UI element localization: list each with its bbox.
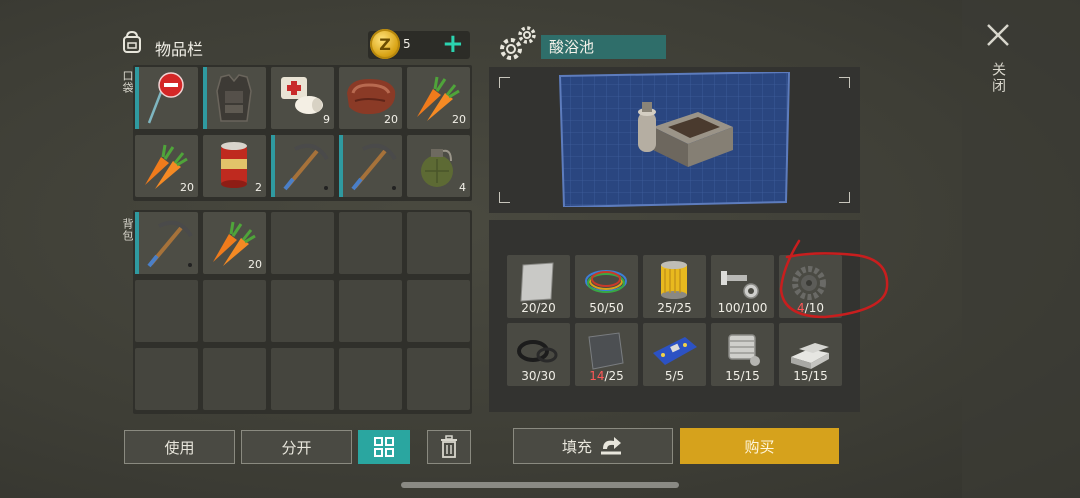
material-slot[interactable]: 100/100	[711, 255, 774, 318]
fill-arrow-icon	[601, 437, 621, 455]
empty-slot[interactable]	[203, 280, 266, 342]
empty-slot[interactable]	[135, 348, 198, 410]
grid-icon	[374, 437, 394, 457]
inventory-slot[interactable]: 20	[203, 212, 266, 274]
empty-slot[interactable]	[407, 212, 470, 274]
item-quantity: 20	[248, 258, 262, 271]
material-slot[interactable]: 25/25	[643, 255, 706, 318]
empty-slot[interactable]	[407, 280, 470, 342]
backpack-grid: 20	[133, 210, 472, 414]
inventory-title: 物品栏	[155, 40, 204, 59]
inventory-slot[interactable]: 4	[407, 135, 470, 197]
fill-button[interactable]: 填充	[513, 428, 673, 464]
material-count: 50/50	[589, 301, 624, 315]
empty-slot[interactable]	[203, 348, 266, 410]
close-icon[interactable]	[985, 22, 1011, 48]
buy-button[interactable]: 购买	[680, 428, 839, 464]
material-count: 14/25	[589, 369, 624, 383]
material-count: 15/15	[793, 369, 828, 383]
coin-count: 5	[403, 37, 411, 51]
pocket-grid: 9 20 20 20 2 4	[133, 65, 472, 201]
inventory-slot[interactable]: 9	[271, 67, 334, 129]
empty-slot[interactable]	[407, 348, 470, 410]
inventory-slot[interactable]: 20	[135, 135, 198, 197]
inventory-slot[interactable]: 2	[203, 135, 266, 197]
material-slot[interactable]: 20/20	[507, 255, 570, 318]
material-slot[interactable]: 15/15	[779, 323, 842, 386]
acid-bath-blueprint-image	[558, 72, 791, 207]
empty-slot[interactable]	[135, 280, 198, 342]
crafting-item-title: 酸浴池	[541, 35, 666, 59]
material-slot[interactable]: 14/25	[575, 323, 638, 386]
material-slot[interactable]: 50/50	[575, 255, 638, 318]
crafting-gears-icon	[500, 26, 536, 60]
material-slot[interactable]: 30/30	[507, 323, 570, 386]
item-quantity: 9	[323, 113, 330, 126]
durability-dot	[188, 263, 192, 267]
inventory-slot[interactable]	[135, 67, 198, 129]
home-indicator	[401, 482, 679, 488]
material-count: 30/30	[521, 369, 556, 383]
inventory-slot[interactable]	[135, 212, 198, 274]
coin-icon: Z	[370, 29, 400, 59]
material-slot[interactable]: 5/5	[643, 323, 706, 386]
add-coins-button[interactable]: +	[442, 31, 464, 57]
armor-vest-icon	[216, 74, 252, 122]
material-count: 5/5	[664, 369, 685, 383]
empty-slot[interactable]	[339, 212, 402, 274]
inventory-slot[interactable]	[271, 135, 334, 197]
split-button[interactable]: 分开	[241, 430, 352, 464]
trash-button[interactable]	[427, 430, 471, 464]
empty-slot[interactable]	[271, 280, 334, 342]
inventory-slot[interactable]: 20	[339, 67, 402, 129]
durability-dot	[324, 186, 328, 190]
trash-icon	[441, 435, 457, 458]
durability-dot	[392, 186, 396, 190]
fill-button-label: 填充	[561, 437, 592, 456]
item-quantity: 20	[452, 113, 466, 126]
item-quantity: 4	[459, 181, 466, 194]
inventory-slot[interactable]: 20	[407, 67, 470, 129]
stop-sign-icon	[147, 72, 184, 124]
empty-slot[interactable]	[339, 280, 402, 342]
backpack-icon	[123, 30, 141, 53]
material-count: 100/100	[717, 301, 768, 315]
empty-slot[interactable]	[271, 212, 334, 274]
empty-slot[interactable]	[339, 348, 402, 410]
close-label[interactable]: 关闭	[988, 62, 1008, 94]
item-quantity: 20	[180, 181, 194, 194]
empty-slot[interactable]	[271, 348, 334, 410]
material-count: 20/20	[521, 301, 556, 315]
material-slot[interactable]: 15/15	[711, 323, 774, 386]
inventory-slot[interactable]	[339, 135, 402, 197]
material-count: 15/15	[725, 369, 760, 383]
item-quantity: 20	[384, 113, 398, 126]
red-circle-annotation	[779, 239, 889, 319]
right-shade-panel	[962, 0, 1080, 498]
item-quantity: 2	[255, 181, 262, 194]
material-count: 25/25	[657, 301, 692, 315]
use-button[interactable]: 使用	[124, 430, 235, 464]
grid-view-button[interactable]	[358, 430, 410, 464]
inventory-slot[interactable]	[203, 67, 266, 129]
